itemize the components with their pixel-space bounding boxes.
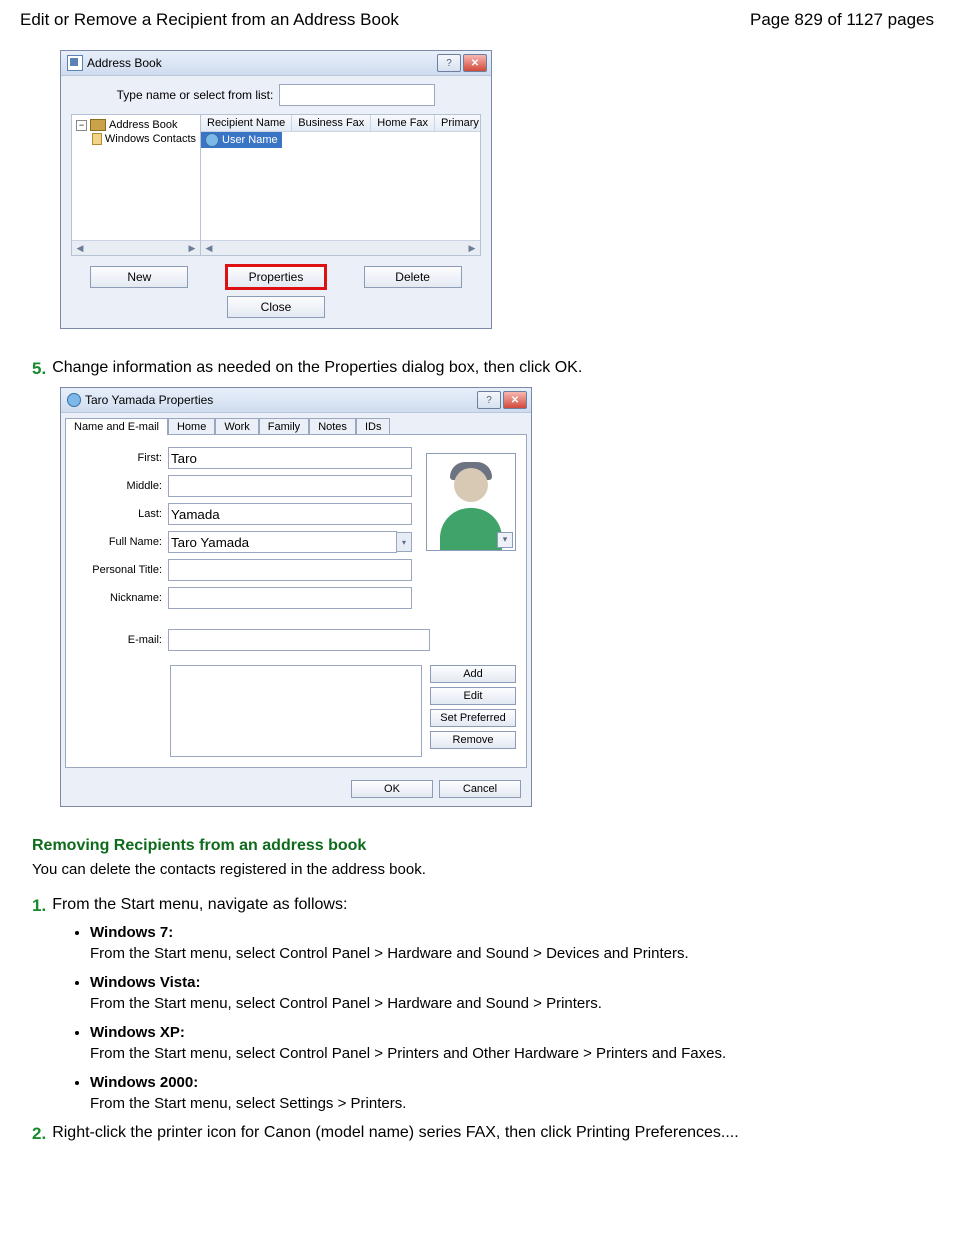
middle-input[interactable]	[168, 475, 412, 497]
col-home-fax[interactable]: Home Fax	[371, 115, 435, 131]
personal-title-input[interactable]	[168, 559, 412, 581]
properties-title-text: Taro Yamada Properties	[85, 393, 213, 407]
step-5-number: 5.	[32, 359, 46, 379]
email-remove-button[interactable]: Remove	[430, 731, 516, 749]
user-icon	[205, 133, 219, 147]
personal-title-label: Personal Title:	[76, 564, 162, 576]
tab-name-email[interactable]: Name and E-mail	[65, 418, 168, 435]
step-2-number: 2.	[32, 1124, 46, 1144]
close-window-button[interactable]	[503, 391, 527, 409]
tree-root-label: Address Book	[109, 119, 177, 131]
email-input[interactable]	[168, 629, 430, 651]
col-primary-fax[interactable]: Primary Fax	[435, 115, 480, 131]
close-button[interactable]: Close	[227, 296, 325, 318]
removing-heading: Removing Recipients from an address book	[20, 837, 934, 855]
avatar-dropdown-icon[interactable]: ▾	[497, 532, 513, 548]
first-label: First:	[76, 452, 162, 464]
type-name-input[interactable]	[279, 84, 435, 106]
tab-home[interactable]: Home	[168, 418, 215, 435]
cancel-button[interactable]: Cancel	[439, 780, 521, 798]
os-windows7-text: From the Start menu, select Control Pane…	[90, 945, 689, 962]
list-header[interactable]: Recipient Name Business Fax Home Fax Pri…	[201, 115, 480, 132]
window-title-text: Address Book	[87, 56, 162, 70]
os-xp-text: From the Start menu, select Control Pane…	[90, 1045, 726, 1062]
email-label: E-mail:	[76, 634, 162, 646]
tab-work[interactable]: Work	[215, 418, 258, 435]
delete-button[interactable]: Delete	[364, 266, 462, 288]
last-label: Last:	[76, 508, 162, 520]
step-2-text: Right-click the printer icon for Canon (…	[52, 1124, 739, 1142]
help-button[interactable]	[477, 391, 501, 409]
email-setpreferred-button[interactable]: Set Preferred	[430, 709, 516, 727]
os-2000-label: Windows 2000:	[90, 1074, 934, 1091]
book-icon	[90, 119, 106, 131]
step-1-text: From the Start menu, navigate as follows…	[52, 896, 347, 914]
list-item: Windows Vista: From the Start menu, sele…	[90, 974, 934, 1012]
new-button[interactable]: New	[90, 266, 188, 288]
os-2000-text: From the Start menu, select Settings > P…	[90, 1095, 406, 1112]
list-item-selected[interactable]: User Name	[201, 132, 282, 148]
email-listbox[interactable]	[170, 665, 422, 757]
fullname-input[interactable]	[168, 531, 397, 553]
os-vista-text: From the Start menu, select Control Pane…	[90, 995, 602, 1012]
step-1-number: 1.	[32, 896, 46, 916]
address-book-titlebar[interactable]: Address Book	[61, 51, 491, 76]
fullname-label: Full Name:	[76, 536, 162, 548]
type-name-label: Type name or select from list:	[117, 88, 274, 102]
user-icon	[67, 393, 81, 407]
contacts-icon	[92, 133, 102, 145]
tree-child-label: Windows Contacts	[105, 133, 196, 145]
step-5-text: Change information as needed on the Prop…	[52, 359, 582, 377]
tab-notes[interactable]: Notes	[309, 418, 356, 435]
first-input[interactable]	[168, 447, 412, 469]
os-vista-label: Windows Vista:	[90, 974, 934, 991]
ok-button[interactable]: OK	[351, 780, 433, 798]
col-business-fax[interactable]: Business Fax	[292, 115, 371, 131]
list-scrollbar[interactable]: ◀▶	[201, 240, 480, 255]
close-window-button[interactable]	[463, 54, 487, 72]
list-item: Windows 7: From the Start menu, select C…	[90, 924, 934, 962]
removing-paragraph: You can delete the contacts registered i…	[20, 861, 934, 878]
page-title: Edit or Remove a Recipient from an Addre…	[20, 10, 399, 30]
last-input[interactable]	[168, 503, 412, 525]
app-icon	[67, 55, 83, 71]
tree-collapse-icon[interactable]: −	[76, 120, 87, 131]
avatar-picture[interactable]: ▾	[426, 453, 516, 551]
properties-titlebar[interactable]: Taro Yamada Properties	[61, 388, 531, 413]
middle-label: Middle:	[76, 480, 162, 492]
email-edit-button[interactable]: Edit	[430, 687, 516, 705]
tree-scrollbar[interactable]: ◀▶	[72, 240, 200, 255]
os-windows7-label: Windows 7:	[90, 924, 934, 941]
os-xp-label: Windows XP:	[90, 1024, 934, 1041]
email-add-button[interactable]: Add	[430, 665, 516, 683]
col-recipient-name[interactable]: Recipient Name	[201, 115, 292, 131]
list-item-label: User Name	[222, 134, 278, 146]
help-button[interactable]	[437, 54, 461, 72]
tab-ids[interactable]: IDs	[356, 418, 391, 435]
fullname-dropdown[interactable]: ▾	[397, 532, 412, 552]
nickname-input[interactable]	[168, 587, 412, 609]
list-item: Windows 2000: From the Start menu, selec…	[90, 1074, 934, 1112]
folder-tree[interactable]: − Address Book Windows Contacts ◀▶	[72, 115, 201, 255]
nickname-label: Nickname:	[76, 592, 162, 604]
list-item: Windows XP: From the Start menu, select …	[90, 1024, 934, 1062]
tab-family[interactable]: Family	[259, 418, 309, 435]
page-number: Page 829 of 1127 pages	[750, 10, 934, 30]
properties-button[interactable]: Properties	[227, 266, 325, 288]
